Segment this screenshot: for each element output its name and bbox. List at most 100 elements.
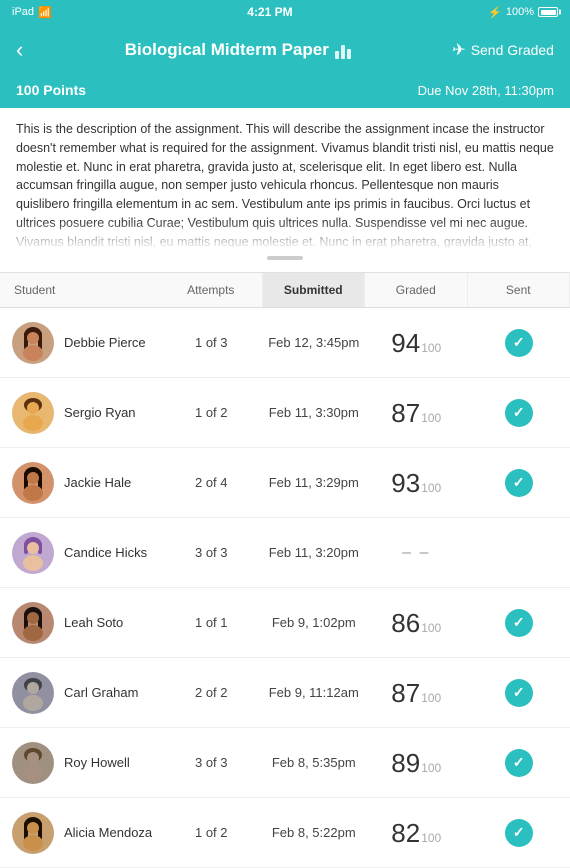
col-student: Student xyxy=(0,273,160,307)
attempts-cell: 3 of 3 xyxy=(160,539,263,566)
check-icon xyxy=(505,679,533,707)
bluetooth-icon: ⚡ xyxy=(488,6,502,19)
submitted-cell: Feb 11, 3:29pm xyxy=(263,469,366,496)
avatar xyxy=(12,812,54,854)
submitted-cell: Feb 8, 5:22pm xyxy=(263,819,366,846)
status-bar-right: ⚡ 100% xyxy=(488,6,558,19)
submitted-cell: Feb 12, 3:45pm xyxy=(263,329,366,356)
check-icon xyxy=(505,819,533,847)
grade-value: 87 xyxy=(391,680,420,706)
student-name: Roy Howell xyxy=(64,755,130,770)
attempts-cell: 2 of 4 xyxy=(160,469,263,496)
student-name: Alicia Mendoza xyxy=(64,825,152,840)
table-row[interactable]: Carl Graham 2 of 2 Feb 9, 11:12am 87 100 xyxy=(0,658,570,728)
description-section: This is the description of the assignmen… xyxy=(0,108,570,273)
submitted-cell: Feb 11, 3:20pm xyxy=(263,539,366,566)
status-bar: iPad 📶 4:21 PM ⚡ 100% xyxy=(0,0,570,24)
check-icon xyxy=(505,609,533,637)
wifi-icon: 📶 xyxy=(38,6,52,19)
grade-cell: 93 100 xyxy=(365,464,468,502)
grade-cell: 87 100 xyxy=(365,674,468,712)
student-cell: Debbie Pierce xyxy=(0,314,160,372)
sent-cell xyxy=(468,743,570,783)
table-row[interactable]: Leah Soto 1 of 1 Feb 9, 1:02pm 86 100 xyxy=(0,588,570,658)
grade-value: 87 xyxy=(391,400,420,426)
drag-handle[interactable] xyxy=(16,250,554,264)
back-button[interactable]: ‹ xyxy=(16,37,23,63)
grade-cell: 86 100 xyxy=(365,604,468,642)
sent-cell xyxy=(468,813,570,853)
student-name: Sergio Ryan xyxy=(64,405,136,420)
due-date: Due Nov 28th, 11:30pm xyxy=(418,83,554,98)
avatar xyxy=(12,532,54,574)
grade-cell: 89 100 xyxy=(365,744,468,782)
avatar xyxy=(12,602,54,644)
battery-label: 100% xyxy=(506,6,534,18)
grade-cell: 87 100 xyxy=(365,394,468,432)
grade-cell: 94 100 xyxy=(365,324,468,362)
attempts-cell: 1 of 2 xyxy=(160,819,263,846)
attempts-cell: 3 of 3 xyxy=(160,749,263,776)
submitted-cell: Feb 9, 1:02pm xyxy=(263,609,366,636)
table-row[interactable]: Alicia Mendoza 1 of 2 Feb 8, 5:22pm 82 1… xyxy=(0,798,570,868)
student-cell: Candice Hicks xyxy=(0,524,160,582)
student-cell: Roy Howell xyxy=(0,734,160,792)
table-row[interactable]: Sergio Ryan 1 of 2 Feb 11, 3:30pm 87 100 xyxy=(0,378,570,448)
table-header: Student Attempts Submitted Graded Sent xyxy=(0,273,570,308)
student-cell: Alicia Mendoza xyxy=(0,804,160,862)
grade-total: 100 xyxy=(421,831,441,845)
points-label: 100 Points xyxy=(16,82,86,98)
back-icon: ‹ xyxy=(16,37,23,63)
student-name: Candice Hicks xyxy=(64,545,147,560)
student-name: Carl Graham xyxy=(64,685,138,700)
table-row[interactable]: Debbie Pierce 1 of 3 Feb 12, 3:45pm 94 1… xyxy=(0,308,570,378)
col-graded: Graded xyxy=(365,273,468,307)
table-row[interactable]: Roy Howell 3 of 3 Feb 8, 5:35pm 89 100 xyxy=(0,728,570,798)
col-submitted[interactable]: Submitted xyxy=(263,273,366,307)
avatar xyxy=(12,742,54,784)
grade-total: 100 xyxy=(421,341,441,355)
grade-total: 100 xyxy=(421,691,441,705)
status-bar-time: 4:21 PM xyxy=(247,5,292,19)
avatar xyxy=(12,462,54,504)
bar-chart-icon[interactable] xyxy=(335,41,351,59)
submitted-cell: Feb 9, 11:12am xyxy=(263,679,366,706)
send-graded-button[interactable]: ✈ Send Graded xyxy=(452,40,554,60)
check-icon xyxy=(505,749,533,777)
sent-cell xyxy=(468,393,570,433)
sent-cell xyxy=(468,547,570,559)
col-attempts: Attempts xyxy=(160,273,263,307)
col-sent: Sent xyxy=(468,273,570,307)
grade-total: 100 xyxy=(421,621,441,635)
student-cell: Leah Soto xyxy=(0,594,160,652)
grade-value: 82 xyxy=(391,820,420,846)
table-row[interactable]: Candice Hicks 3 of 3 Feb 11, 3:20pm – – xyxy=(0,518,570,588)
attempts-cell: 1 of 1 xyxy=(160,609,263,636)
status-bar-left: iPad 📶 xyxy=(12,6,52,19)
grade-value: 89 xyxy=(391,750,420,776)
sent-cell xyxy=(468,603,570,643)
avatar xyxy=(12,322,54,364)
avatar xyxy=(12,672,54,714)
battery-indicator xyxy=(538,7,558,17)
student-name: Leah Soto xyxy=(64,615,123,630)
device-label: iPad xyxy=(12,6,34,18)
send-label: Send Graded xyxy=(471,42,554,58)
student-cell: Sergio Ryan xyxy=(0,384,160,442)
student-cell: Carl Graham xyxy=(0,664,160,722)
table-row[interactable]: Jackie Hale 2 of 4 Feb 11, 3:29pm 93 100 xyxy=(0,448,570,518)
submitted-cell: Feb 8, 5:35pm xyxy=(263,749,366,776)
assignment-info: 100 Points Due Nov 28th, 11:30pm xyxy=(0,76,570,108)
submitted-cell: Feb 11, 3:30pm xyxy=(263,399,366,426)
grade-value: 86 xyxy=(391,610,420,636)
avatar xyxy=(12,392,54,434)
attempts-cell: 1 of 3 xyxy=(160,329,263,356)
check-icon xyxy=(505,399,533,427)
attempts-cell: 2 of 2 xyxy=(160,679,263,706)
check-icon xyxy=(505,329,533,357)
table-body: Debbie Pierce 1 of 3 Feb 12, 3:45pm 94 1… xyxy=(0,308,570,868)
student-cell: Jackie Hale xyxy=(0,454,160,512)
sent-cell xyxy=(468,323,570,363)
grade-value: 93 xyxy=(391,470,420,496)
grade-total: 100 xyxy=(421,761,441,775)
